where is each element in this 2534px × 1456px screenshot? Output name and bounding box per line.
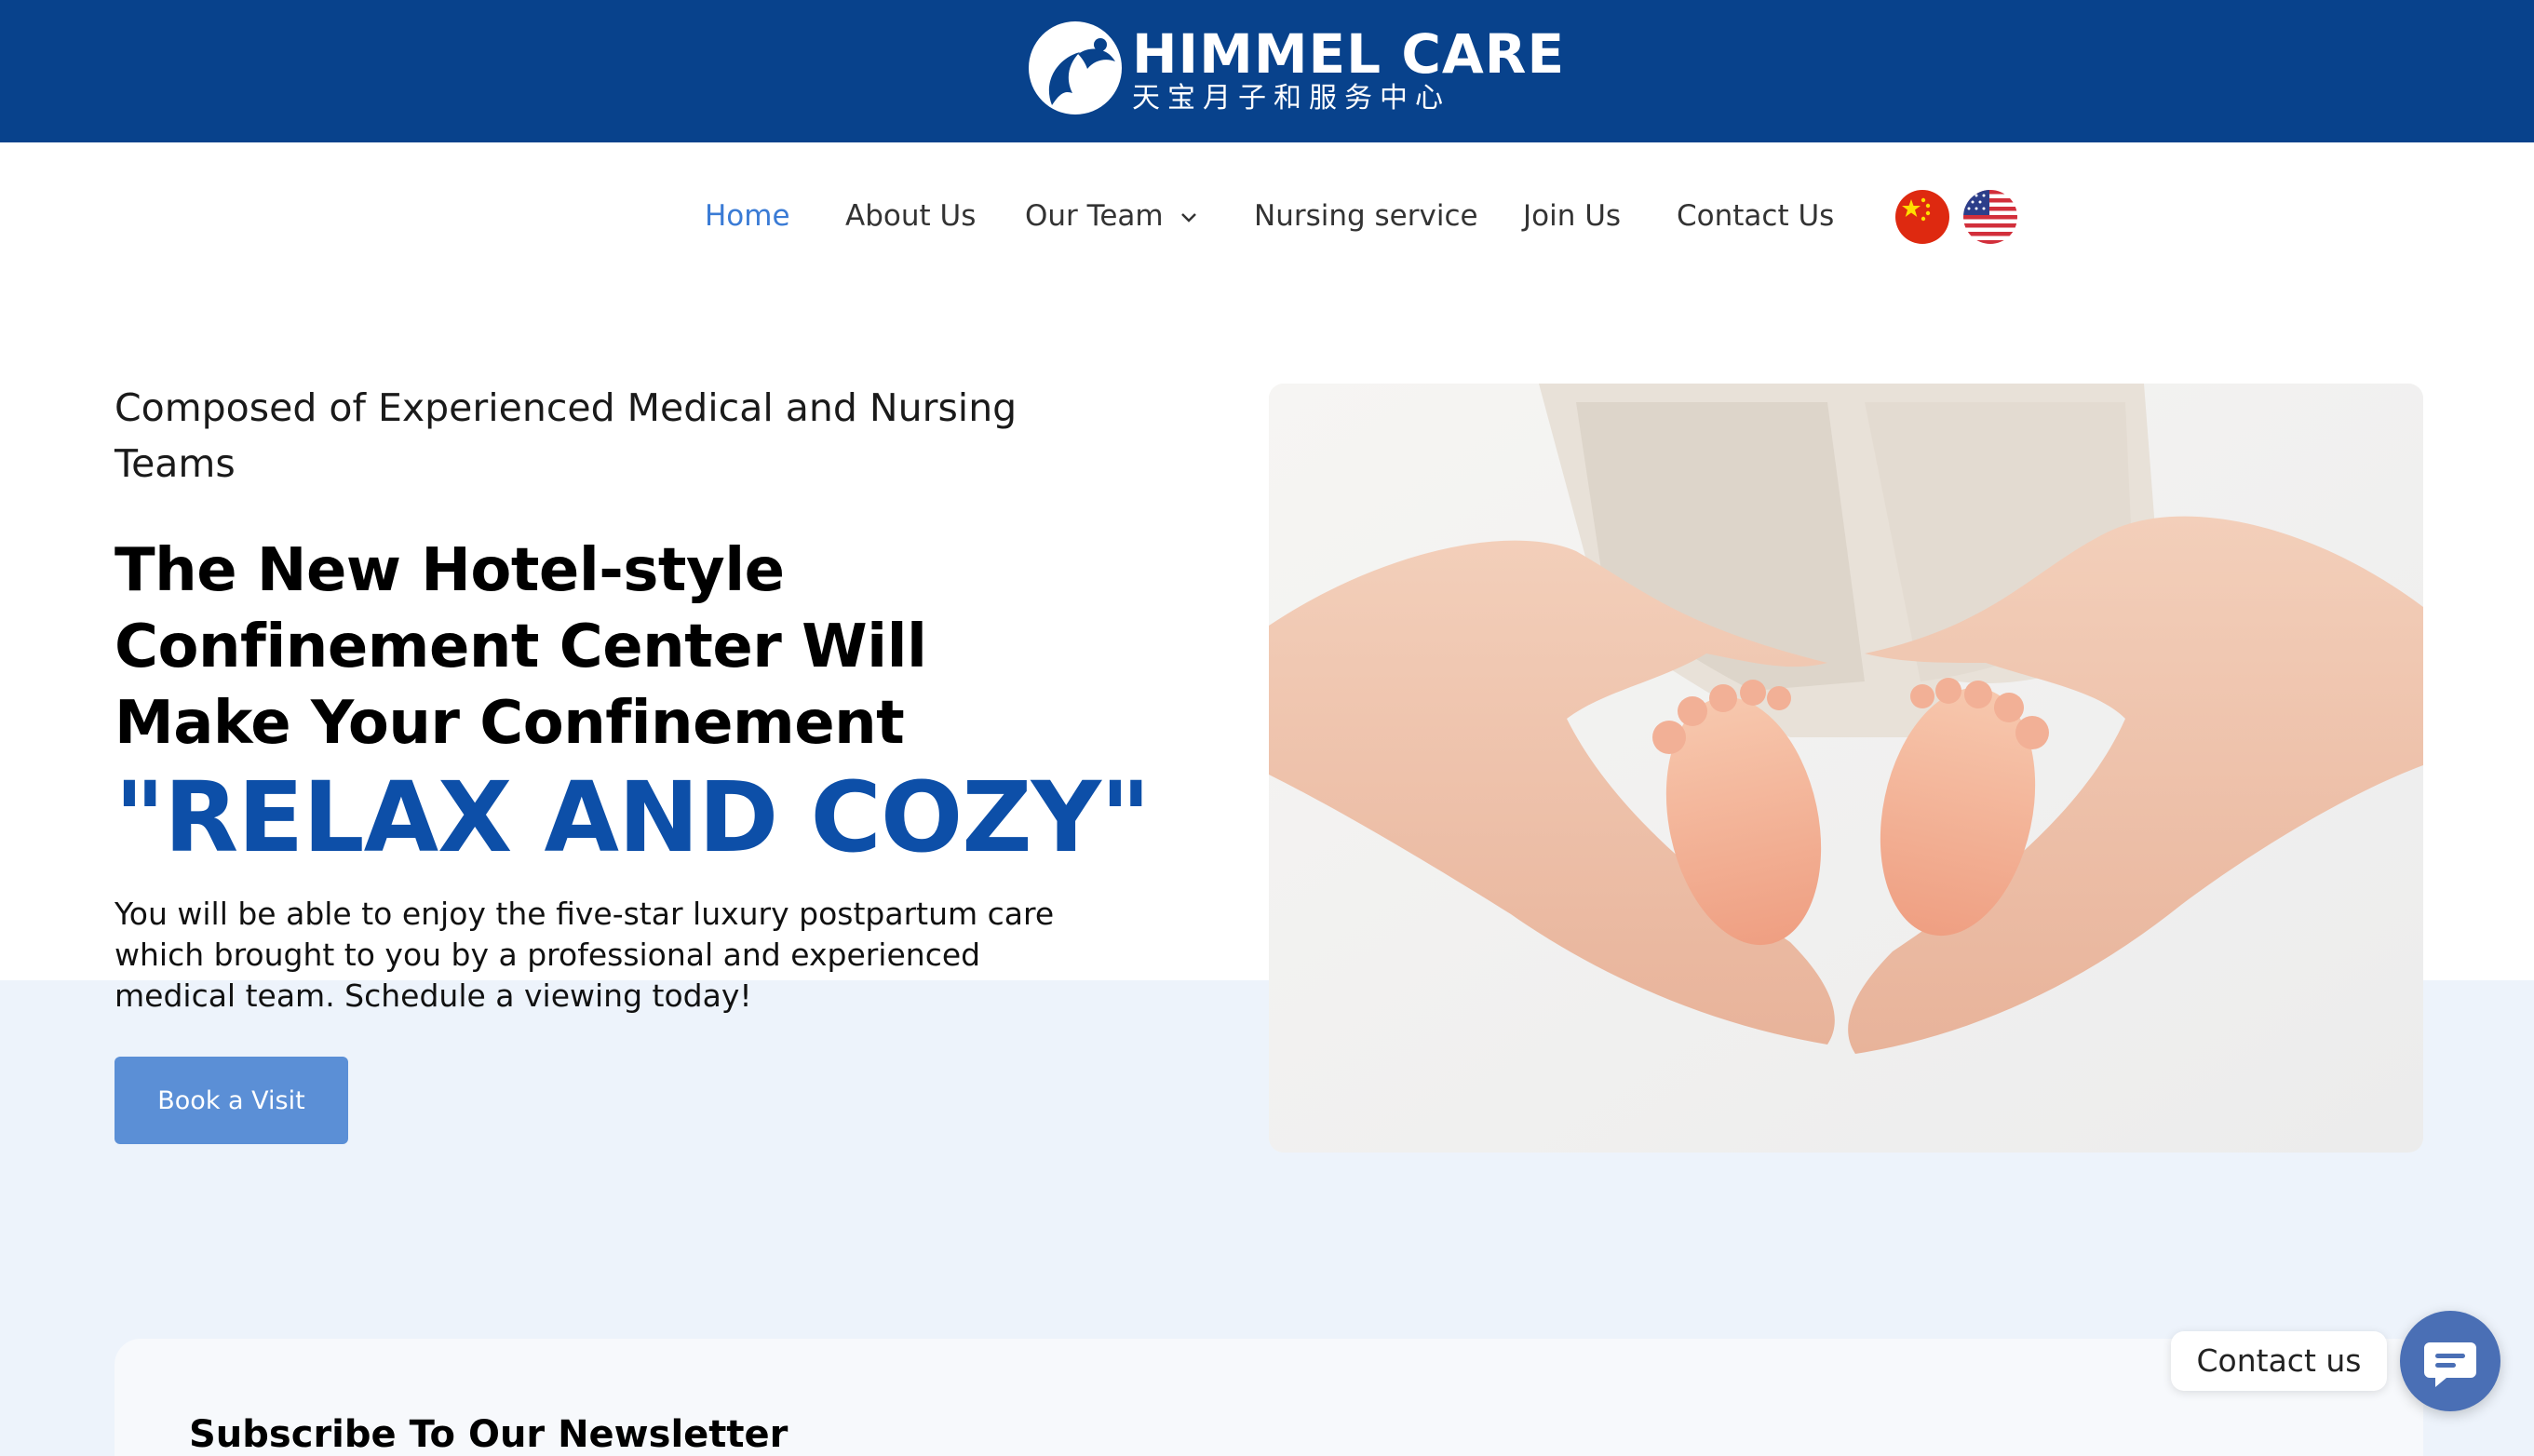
newsletter-title: Subscribe To Our Newsletter <box>189 1413 789 1456</box>
contact-us-label[interactable]: Contact us <box>2171 1331 2387 1391</box>
nav-item-nursing-service[interactable]: Nursing service <box>1254 199 1478 233</box>
china-flag-icon[interactable] <box>1895 190 1949 244</box>
chat-button[interactable] <box>2400 1311 2500 1411</box>
nav-item-join-us[interactable]: Join Us <box>1523 199 1621 233</box>
brand-subtitle: 天宝月子和服务中心 <box>1132 82 1450 115</box>
hero-highlight: "RELAX AND COZY" <box>115 761 1151 874</box>
usa-flag-icon[interactable] <box>1963 190 2017 244</box>
nav-item-home[interactable]: Home <box>705 199 790 233</box>
nav-item-our-team[interactable]: Our Team <box>1025 199 1197 233</box>
nav-item-our-team-label: Our Team <box>1025 199 1164 233</box>
hero-eyebrow: Composed of Experienced Medical and Nurs… <box>115 385 1018 486</box>
chat-icon <box>2424 1342 2476 1387</box>
nav-item-contact-us[interactable]: Contact Us <box>1677 199 1834 233</box>
chevron-down-icon <box>1180 212 1196 222</box>
newsletter-section: Subscribe To Our Newsletter <box>115 1339 2423 1456</box>
hero-image <box>1269 384 2423 1153</box>
brand-logo[interactable]: HIMMEL CARE 天宝月子和服务中心 <box>1024 17 1564 119</box>
hero-description: You will be able to enjoy the five-star … <box>115 896 1055 1014</box>
book-a-visit-button[interactable]: Book a Visit <box>115 1057 348 1144</box>
logo-mark-icon <box>1029 21 1122 115</box>
hero-headline: The New Hotel-style Confinement Center W… <box>115 536 927 758</box>
nav-item-about-us[interactable]: About Us <box>845 199 976 233</box>
top-header-bar: HIMMEL CARE 天宝月子和服务中心 <box>0 0 2534 142</box>
main-navigation: Home About Us Our Team Nursing service J… <box>0 186 2534 251</box>
